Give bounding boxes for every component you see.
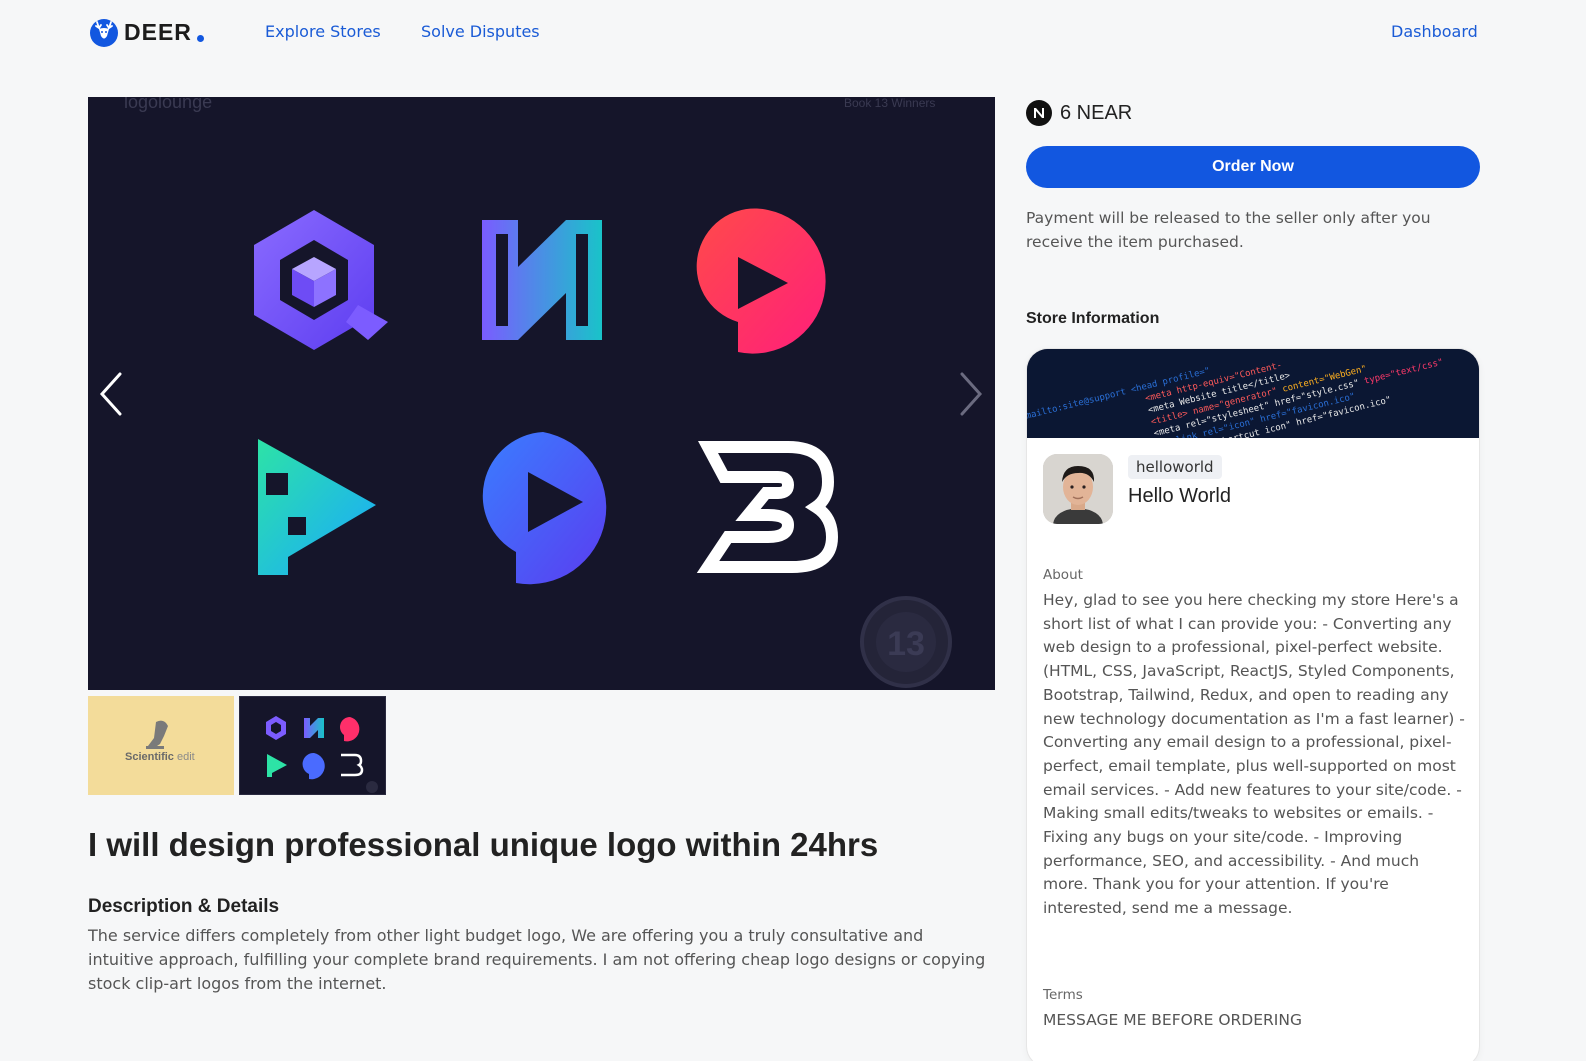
brand-logo[interactable]: DEER [88,16,204,48]
price-display: 6 NEAR [1026,100,1132,126]
description-heading: Description & Details [88,896,280,917]
watermark-left: logolounge [124,97,212,112]
brand-dot [196,34,204,42]
order-now-button[interactable]: Order Now [1026,146,1480,188]
store-banner-image: mailto:site@support <head profile=" <met… [1027,349,1479,438]
nav-dashboard[interactable]: Dashboard [1391,22,1478,41]
price-value: 6 NEAR [1060,101,1133,124]
gallery-prev-arrow-icon[interactable] [96,370,126,418]
store-card: mailto:site@support <head profile=" <met… [1026,348,1480,1061]
store-info-heading: Store Information [1026,310,1160,327]
thumb1-text-b: edit [177,751,195,763]
thumb1-text-a: Scientific [125,751,174,763]
near-token-icon [1026,100,1052,126]
logo-collage-image: logolounge Book 13 Winners 13 [124,97,952,688]
store-username-badge: helloworld [1128,455,1222,479]
gallery-thumbnail-1[interactable]: Scientific edit [88,696,234,795]
top-nav: DEER Explore Stores Solve Disputes Dashb… [0,0,1586,64]
brand-name: DEER [124,18,192,45]
listing-title: I will design professional unique logo w… [88,826,879,863]
terms-label: Terms [1043,987,1083,1003]
watermark-right: Book 13 Winners [844,97,935,110]
nav-solve-disputes[interactable]: Solve Disputes [421,22,540,41]
gallery-next-arrow-icon[interactable] [956,370,986,418]
payment-note: Payment will be released to the seller o… [1026,209,1431,251]
gallery-thumbnail-2[interactable] [239,696,386,795]
deer-logo-icon [90,19,118,47]
store-avatar [1043,454,1113,524]
about-label: About [1043,567,1083,583]
description-text: The service differs completely from othe… [88,926,986,993]
nav-explore-stores[interactable]: Explore Stores [265,22,381,41]
badge-number: 13 [887,625,925,663]
store-name: Hello World [1128,485,1231,507]
terms-text: MESSAGE ME BEFORE ORDERING [1043,1011,1302,1029]
about-text: Hey, glad to see you here checking my st… [1043,591,1465,918]
gallery-main-image[interactable]: logolounge Book 13 Winners 13 [88,97,995,690]
